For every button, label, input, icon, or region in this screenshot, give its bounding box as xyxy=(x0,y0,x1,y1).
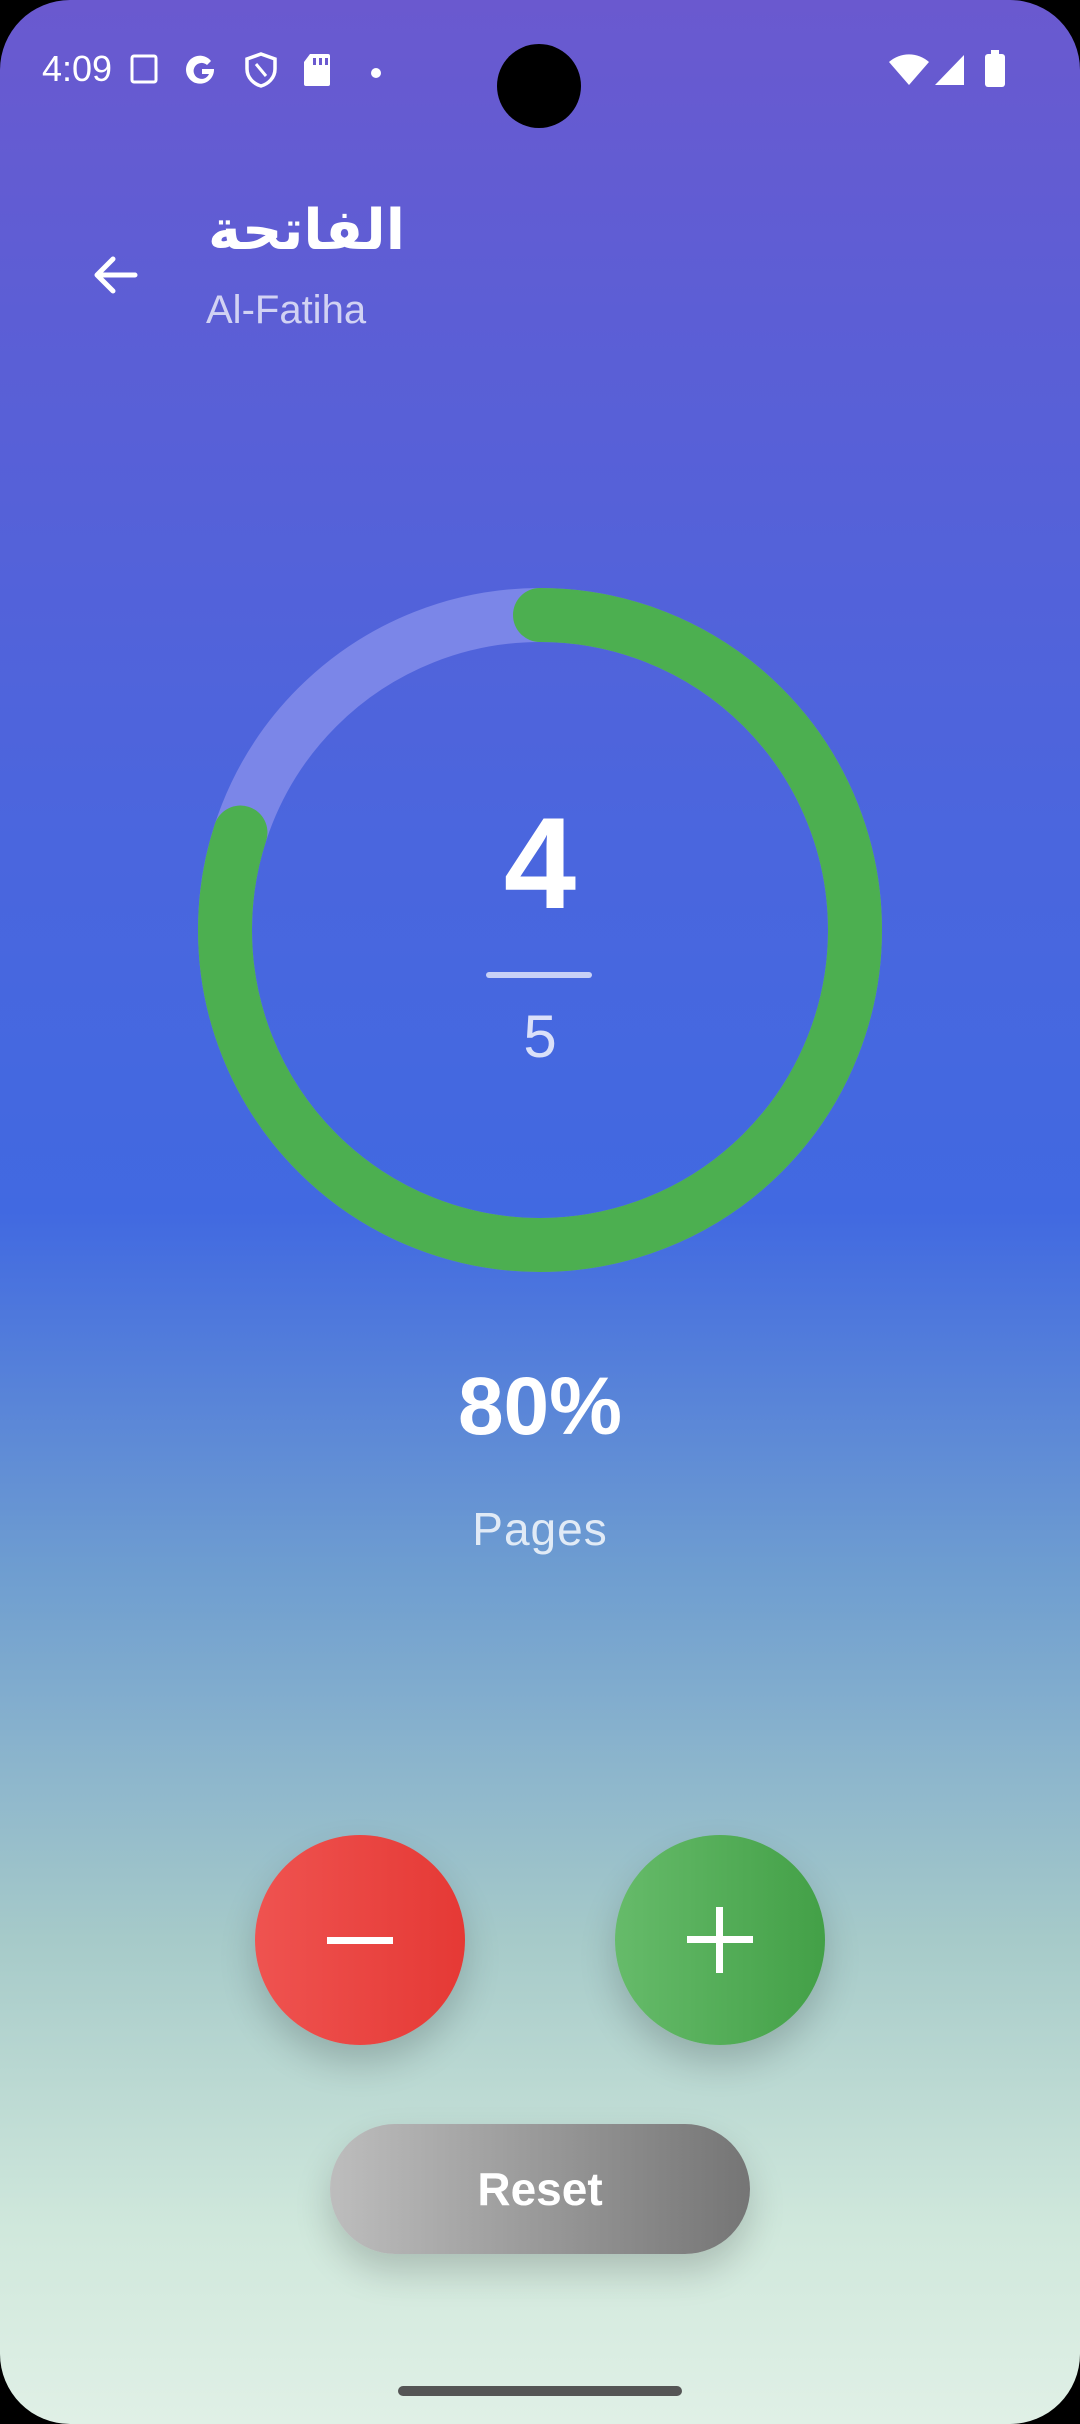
shield-icon xyxy=(244,52,278,92)
current-count: 4 xyxy=(503,790,577,936)
decrement-button[interactable] xyxy=(255,1835,465,2045)
plus-icon xyxy=(687,1907,753,1973)
page-subtitle: Al-Fatiha xyxy=(206,288,367,332)
reset-button[interactable]: Reset xyxy=(330,2124,750,2254)
arrow-left-icon xyxy=(94,256,138,294)
status-bar: 4:09 xyxy=(0,0,1080,140)
increment-button[interactable] xyxy=(615,1835,825,2045)
dot-icon xyxy=(370,64,382,83)
progress-ring: 4 5 xyxy=(198,588,882,1272)
progress-unit-label: Pages xyxy=(472,1503,608,1555)
screenshot-icon xyxy=(128,52,162,90)
progress-percent: 80% xyxy=(457,1361,623,1452)
reset-button-label: Reset xyxy=(477,2163,603,2215)
minus-icon xyxy=(327,1937,393,1944)
total-count: 5 xyxy=(523,1003,557,1070)
status-time: 4:09 xyxy=(42,48,113,89)
header: الفاتحة Al-Fatiha xyxy=(0,180,1080,360)
page-title-arabic: الفاتحة xyxy=(208,198,405,263)
sd-card-icon xyxy=(302,52,332,92)
wifi-icon xyxy=(888,54,930,90)
home-indicator[interactable] xyxy=(398,2386,682,2396)
app-screen: 4:09 الفاتحة Al-Fatiha 4 5 80% Pages Res… xyxy=(0,0,1080,2424)
signal-icon xyxy=(934,54,966,90)
back-button[interactable] xyxy=(80,240,150,310)
battery-icon xyxy=(984,50,1006,92)
count-divider xyxy=(486,972,592,978)
google-icon xyxy=(184,52,220,92)
front-camera xyxy=(497,44,581,128)
